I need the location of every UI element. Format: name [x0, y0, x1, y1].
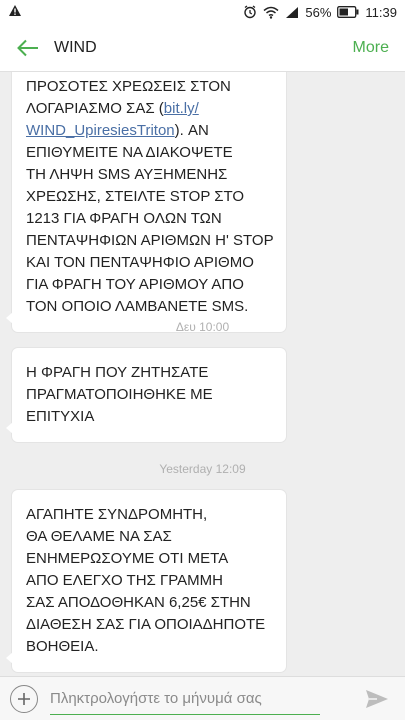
message-line: ΓΙΑ ΦΡΑΓΗ ΤΟΥ ΑΡΙΘΜΟΥ ΑΠΟ	[26, 276, 244, 293]
composer-bar	[0, 676, 405, 720]
status-bar: 56% 11:39	[0, 0, 405, 24]
message-link[interactable]: WIND_UpiresiesTriton	[26, 122, 175, 139]
message-line: ΠΡΑΓΜΑΤΟΠΟΙΗΘΗΚΕ ΜΕ	[26, 386, 213, 403]
message-timestamp: Δευ 10:00	[175, 320, 230, 334]
clock-time: 11:39	[365, 4, 397, 20]
message-bubble[interactable]: ΠΡΟΣΟΤΕΣ ΧΡΕΩΣΕΙΣ ΣΤΟΝ ΛΟΓΑΡΙΑΣΜΟ ΣΑΣ (b…	[6, 72, 286, 332]
battery-icon	[337, 6, 359, 18]
message-bubble[interactable]: ΑΓΑΠΗΤΕ ΣΥΝΔΡΟΜΗΤΗ, ΘΑ ΘΕΛΑΜΕ ΝΑ ΣΑΣ ΕΝΗ…	[6, 490, 286, 672]
message-line: ΕΠΙΘΥΜΕΙΤΕ ΝΑ ΔΙΑΚΟΨΕΤΕ	[26, 144, 233, 161]
message-line: ΛΟΓΑΡΙΑΣΜΟ ΣΑΣ (bit.ly/	[26, 98, 270, 120]
message-text: ΛΟΓΑΡΙΑΣΜΟ ΣΑΣ (	[26, 100, 164, 117]
message-line: ΒΟΗΘΕΙΑ.	[26, 638, 99, 655]
message-line: ΘΑ ΘΕΛΑΜΕ ΝΑ ΣΑΣ	[26, 528, 172, 545]
message-line: ΕΠΙΤΥΧΙΑ	[26, 408, 95, 425]
message-line: ΣΑΣ ΑΠΟΔΟΘΗΚΑΝ 6,25€ ΣΤΗΝ	[26, 594, 251, 611]
message-line: ΧΡΕΩΣΗΣ, ΣΤΕΙΛΤΕ STOP ΣΤΟ	[26, 188, 245, 205]
signal-icon	[285, 6, 299, 19]
warning-icon	[8, 4, 22, 20]
app-header: WIND More	[0, 24, 405, 72]
message-line: WIND_UpiresiesTriton). ΑΝ	[26, 120, 270, 142]
message-line: ΚΑΙ ΤΟΝ ΠΕΝΤΑΨΗΦΙΟ ΑΡΙΘΜΟ	[26, 254, 254, 271]
message-list[interactable]: ΠΡΟΣΟΤΕΣ ΧΡΕΩΣΕΙΣ ΣΤΟΝ ΛΟΓΑΡΙΑΣΜΟ ΣΑΣ (b…	[0, 72, 405, 676]
message-line: ΠΕΝΤΑΨΗΦΙΩΝ ΑΡΙΘΜΩΝ Η' STOP	[26, 232, 274, 249]
message-timestamp: Yesterday 12:09	[159, 462, 246, 476]
plus-icon	[18, 692, 30, 705]
send-button[interactable]	[359, 683, 395, 715]
send-icon	[366, 689, 388, 708]
conversation-title: WIND	[54, 38, 97, 56]
message-line: ΑΓΑΠΗΤΕ ΣΥΝΔΡΟΜΗΤΗ,	[26, 506, 208, 523]
message-bubble[interactable]: Η ΦΡΑΓΗ ΠΟΥ ΖΗΤΗΣΑΤΕ ΠΡΑΓΜΑΤΟΠΟΙΗΘΗΚΕ ΜΕ…	[6, 348, 286, 442]
wifi-icon	[263, 6, 279, 19]
back-arrow-icon	[17, 39, 38, 56]
message-link[interactable]: bit.ly/	[164, 100, 199, 117]
battery-percent: 56%	[305, 4, 332, 20]
message-line: Η ΦΡΑΓΗ ΠΟΥ ΖΗΤΗΣΑΤΕ	[26, 364, 209, 381]
message-line: ΤΟΝ ΟΠΟΙΟ ΛΑΜΒΑΝΕΤΕ SMS.	[26, 298, 249, 315]
message-input[interactable]	[50, 682, 320, 715]
message-line: ΑΠΟ ΕΛΕΓΧΟ ΤΗΣ ΓΡΑΜΜΗ	[26, 572, 223, 589]
message-line: ΤΗ ΛΗΨΗ SMS ΑΥΞΗΜΕΝΗΣ	[26, 166, 228, 183]
message-line: ΠΡΟΣΟΤΕΣ ΧΡΕΩΣΕΙΣ ΣΤΟΝ	[26, 78, 231, 95]
add-attachment-button[interactable]	[10, 684, 38, 713]
back-button[interactable]	[6, 24, 50, 72]
more-button[interactable]: More	[353, 39, 389, 57]
message-line: 1213 ΓΙΑ ΦΡΑΓΗ ΟΛΩΝ ΤΩΝ	[26, 210, 222, 227]
message-line: ΕΝΗΜΕΡΩΣΟΥΜΕ ΟΤΙ ΜΕΤΑ	[26, 550, 229, 567]
message-line: ΔΙΑΘΕΣΗ ΣΑΣ ΓΙΑ ΟΠΟΙΑΔΗΠΟΤΕ	[26, 616, 266, 633]
message-text: ). ΑΝ	[174, 122, 209, 139]
alarm-icon	[243, 5, 257, 19]
